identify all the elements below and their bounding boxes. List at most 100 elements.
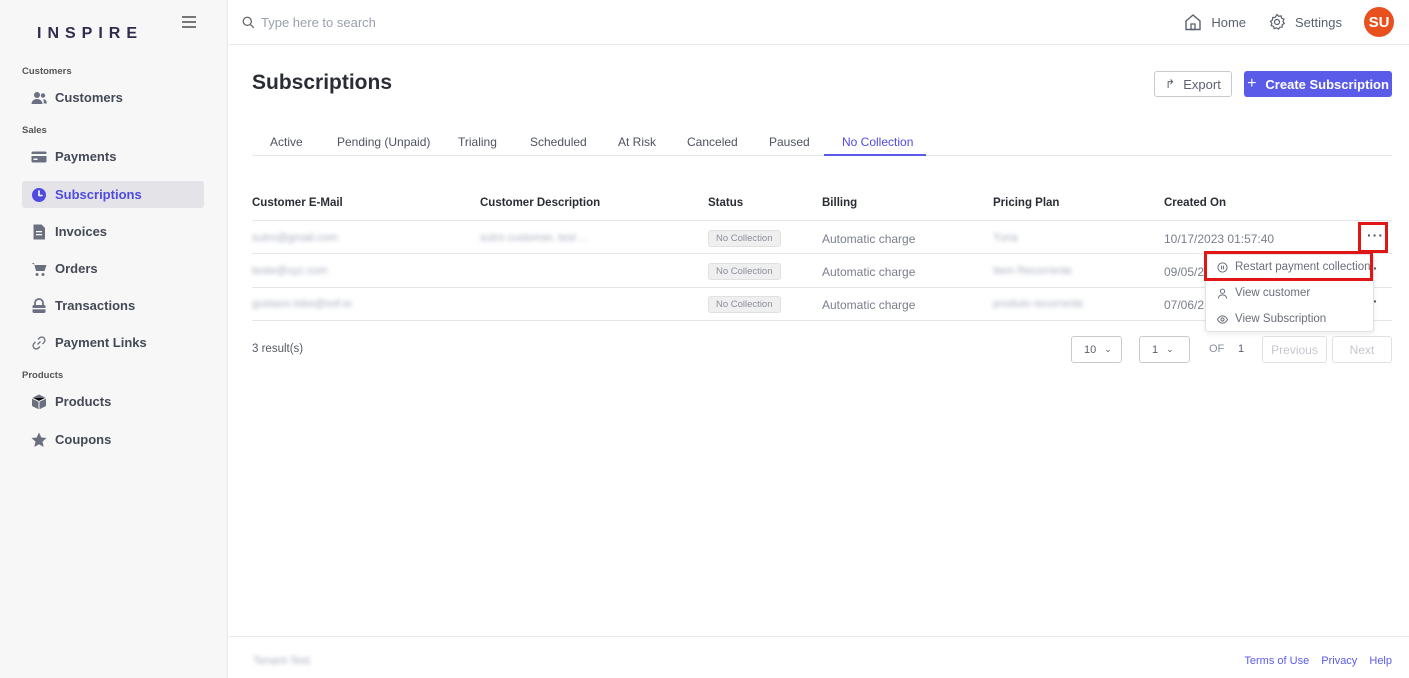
card-icon	[22, 149, 55, 165]
sidebar-item-subscriptions[interactable]: Subscriptions	[22, 181, 204, 208]
status-tabs: Active Pending (Unpaid) Trialing Schedul…	[252, 128, 1392, 156]
cell-billing: Automatic charge	[822, 232, 916, 246]
chevron-down-icon: ⌄	[1104, 344, 1112, 354]
cell-created-on: 07/06/2	[1164, 298, 1205, 312]
star-icon	[22, 432, 55, 448]
sidebar-item-label: Invoices	[55, 224, 108, 239]
status-badge: No Collection	[708, 263, 781, 280]
tab-no-collection[interactable]: No Collection	[842, 135, 913, 149]
cell-description: sutro customer, test ...	[480, 232, 589, 244]
page-title: Subscriptions	[252, 71, 393, 94]
row-actions-button[interactable]: ···	[1367, 227, 1384, 243]
app-logo: INSPIRE	[37, 25, 144, 42]
tab-scheduled[interactable]: Scheduled	[530, 135, 587, 149]
sidebar-item-orders[interactable]: Orders	[22, 255, 204, 282]
next-button[interactable]: Next	[1332, 336, 1392, 363]
home-link[interactable]: Home	[1184, 13, 1246, 31]
settings-link[interactable]: Settings	[1268, 13, 1342, 31]
footer: Tenant-Test Terms of Use Privacy Help	[229, 636, 1409, 678]
sidebar-item-transactions[interactable]: Transactions	[22, 292, 204, 319]
column-header-status[interactable]: Status	[708, 197, 743, 209]
export-icon: ↱	[1165, 77, 1176, 91]
column-header-billing[interactable]: Billing	[822, 197, 857, 209]
sidebar-item-coupons[interactable]: Coupons	[22, 426, 204, 453]
sidebar-item-customers[interactable]: Customers	[22, 84, 204, 111]
page-select[interactable]: 1 ⌄	[1139, 336, 1190, 363]
avatar[interactable]: SU	[1364, 7, 1394, 37]
export-button[interactable]: ↱ Export	[1154, 71, 1232, 97]
lock-icon	[22, 297, 55, 314]
status-badge: No Collection	[708, 296, 781, 313]
total-pages: 1	[1238, 343, 1245, 355]
privacy-link[interactable]: Privacy	[1321, 655, 1357, 667]
sidebar-item-payments[interactable]: Payments	[22, 143, 204, 170]
section-label-customers: Customers	[22, 66, 72, 77]
sidebar-item-label: Payment Links	[55, 335, 147, 350]
terms-of-use-link[interactable]: Terms of Use	[1244, 655, 1309, 667]
cell-billing: Automatic charge	[822, 298, 916, 312]
divider	[252, 220, 1392, 221]
cell-pricing-plan: Tuna	[993, 232, 1018, 244]
cell-email: sutro@gmail.com	[252, 232, 338, 244]
view-customer-item[interactable]: View customer	[1206, 281, 1373, 305]
tab-pending-unpaid[interactable]: Pending (Unpaid)	[337, 135, 430, 149]
menu-item-label: View customer	[1235, 287, 1311, 299]
sidebar-item-label: Transactions	[55, 298, 136, 313]
section-label-sales: Sales	[22, 125, 47, 136]
cell-pricing-plan: produto recorrente	[993, 298, 1084, 310]
sidebar-item-payment-links[interactable]: Payment Links	[22, 329, 204, 356]
home-label: Home	[1211, 14, 1247, 30]
cell-email: teste@xyz.com	[252, 265, 328, 277]
link-icon	[22, 335, 55, 351]
hamburger-menu-icon[interactable]	[182, 16, 196, 28]
sidebar: INSPIRE Customers Customers Sales Paymen…	[0, 0, 228, 678]
create-subscription-button[interactable]: + Create Subscription	[1244, 71, 1392, 97]
user-icon	[1217, 288, 1228, 299]
create-subscription-label: Create Subscription	[1265, 76, 1389, 92]
search-icon	[242, 16, 255, 29]
cell-email: gustavo.lobo@sof.io	[252, 298, 352, 310]
clock-icon	[22, 187, 55, 203]
section-label-products: Products	[22, 370, 64, 381]
column-header-email[interactable]: Customer E-Mail	[252, 197, 343, 209]
page-size-select[interactable]: 10 ⌄	[1071, 336, 1122, 363]
sidebar-item-label: Products	[55, 394, 112, 409]
row-actions-menu: Restart payment collection View customer…	[1205, 254, 1374, 332]
menu-item-label: Restart payment collection	[1235, 261, 1371, 273]
tab-active[interactable]: Active	[270, 135, 303, 149]
menu-item-label: View Subscription	[1235, 313, 1327, 325]
sidebar-item-products[interactable]: Products	[22, 388, 204, 415]
users-icon	[22, 90, 55, 106]
cell-created-on: 10/17/2023 01:57:40	[1164, 232, 1275, 246]
page-size-value: 10	[1084, 343, 1097, 356]
tab-at-risk[interactable]: At Risk	[618, 135, 656, 149]
search-input[interactable]	[261, 15, 561, 30]
column-header-description[interactable]: Customer Description	[480, 197, 600, 209]
sidebar-item-label: Coupons	[55, 432, 112, 447]
restart-payment-collection-item[interactable]: Restart payment collection	[1206, 255, 1373, 279]
column-header-created-on[interactable]: Created On	[1164, 197, 1226, 209]
help-link[interactable]: Help	[1369, 655, 1392, 667]
previous-button[interactable]: Previous	[1262, 336, 1327, 363]
sidebar-item-label: Customers	[55, 90, 123, 105]
column-header-pricing-plan[interactable]: Pricing Plan	[993, 197, 1059, 209]
tab-canceled[interactable]: Canceled	[687, 135, 738, 149]
eye-icon	[1217, 314, 1228, 324]
sidebar-item-label: Payments	[55, 149, 117, 164]
home-icon	[1185, 14, 1202, 31]
top-bar: Home Settings SU	[229, 0, 1409, 45]
tab-paused[interactable]: Paused	[769, 135, 810, 149]
sidebar-item-label: Orders	[55, 261, 98, 276]
box-icon	[22, 394, 55, 410]
active-tab-indicator	[824, 154, 926, 156]
of-label: OF	[1209, 343, 1225, 355]
view-subscription-item[interactable]: View Subscription	[1206, 307, 1373, 331]
search-bar	[242, 15, 561, 30]
tenant-name: Tenant-Test	[253, 655, 310, 667]
sidebar-item-invoices[interactable]: Invoices	[22, 218, 204, 245]
sidebar-item-label: Subscriptions	[55, 187, 142, 202]
document-icon	[22, 224, 55, 240]
page-value: 1	[1152, 343, 1159, 356]
tab-trialing[interactable]: Trialing	[458, 135, 497, 149]
plus-icon: +	[1247, 75, 1257, 92]
